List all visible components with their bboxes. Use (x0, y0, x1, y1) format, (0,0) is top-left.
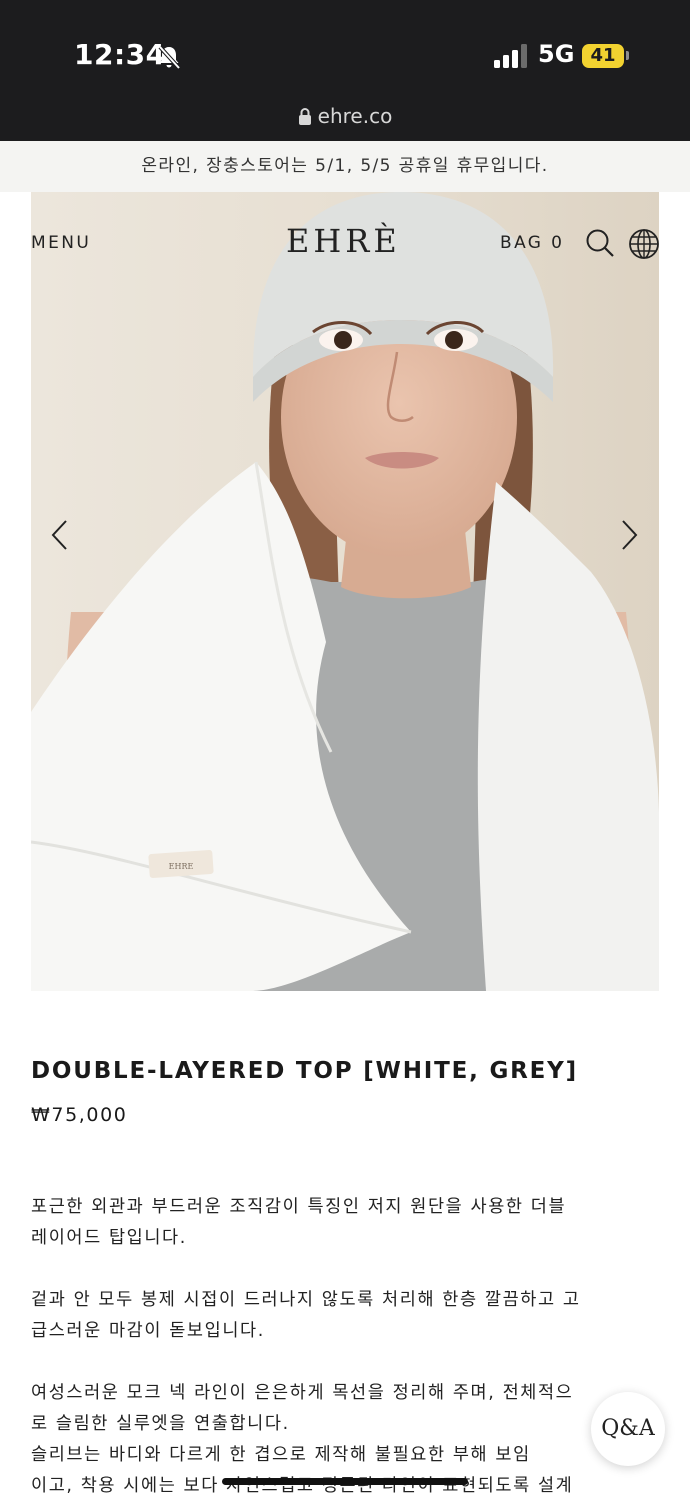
bag-button[interactable]: BAG 0 (500, 233, 564, 253)
globe-icon[interactable] (628, 228, 660, 260)
description-line: 슬리브는 바디와 다르게 한 겹으로 제작해 불필요한 부해 보임 (31, 1445, 531, 1465)
signal-icon (494, 44, 527, 68)
description-paragraph-2: 겉과 안 모두 봉제 시접이 드러나지 않도록 처리해 한층 깔끔하고 고 급스… (31, 1285, 659, 1347)
battery-indicator: 41 (582, 44, 624, 68)
description-line: 레이어드 탑입니다. (31, 1228, 187, 1248)
product-photo: EHRE (31, 192, 659, 991)
announcement-banner: 온라인, 장충스토어는 5/1, 5/5 공휴일 휴무입니다. (0, 141, 690, 192)
url-bar[interactable]: ehre.co (0, 104, 690, 128)
bell-slash-icon (158, 45, 181, 70)
product-description: 포근한 외관과 부드러운 조직감이 특징인 저지 원단을 사용한 더블 레이어드… (31, 1192, 659, 1500)
description-line: 포근한 외관과 부드러운 조직감이 특징인 저지 원단을 사용한 더블 (31, 1197, 567, 1217)
garment-label-text: EHRE (169, 862, 194, 871)
description-paragraph-1: 포근한 외관과 부드러운 조직감이 특징인 저지 원단을 사용한 더블 레이어드… (31, 1192, 659, 1254)
lock-icon (298, 108, 311, 125)
qa-button[interactable]: Q&A (591, 1392, 665, 1466)
product-price: ₩75,000 (31, 1104, 128, 1126)
description-line: 여성스러운 모크 넥 라인이 은은하게 목선을 정리해 주며, 전체적으 (31, 1383, 574, 1403)
description-line: 로 슬림한 실루엣을 연출합니다. (31, 1414, 290, 1434)
chevron-right-icon[interactable] (617, 518, 641, 552)
description-line: 급스러운 마감이 돋보입니다. (31, 1321, 265, 1341)
search-icon[interactable] (585, 228, 615, 258)
scroll-indicator (222, 1478, 468, 1485)
description-line: 겉과 안 모두 봉제 시접이 드러나지 않도록 처리해 한층 깔끔하고 고 (31, 1290, 581, 1310)
status-bar: 12:34 5G 41 ehre.co (0, 0, 690, 141)
chevron-left-icon[interactable] (48, 518, 72, 552)
battery-cap (626, 51, 629, 60)
product-title: DOUBLE-LAYERED TOP [WHITE, GREY] (31, 1058, 578, 1084)
network-type: 5G (538, 40, 575, 68)
product-image[interactable]: EHRE (31, 192, 659, 991)
status-time: 12:34 (74, 38, 166, 71)
brand-logo[interactable]: EHRÈ (286, 222, 401, 260)
url-text: ehre.co (317, 104, 393, 128)
menu-button[interactable]: MENU (31, 233, 91, 253)
